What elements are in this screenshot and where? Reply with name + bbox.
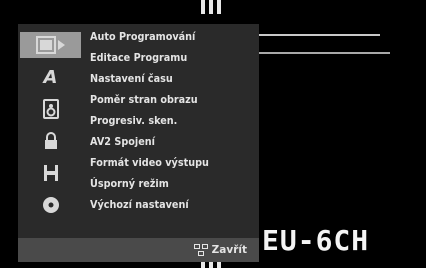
- menu-item-factory-reset[interactable]: Výchozí nastavení: [90, 196, 189, 214]
- menu-item-video-output-format[interactable]: Formát video výstupu: [90, 154, 209, 172]
- menu-item-time-setting[interactable]: Nastavení času: [90, 70, 173, 88]
- menu-item-power-save[interactable]: Úsporný režim: [90, 175, 169, 193]
- close-label: Zavřít: [211, 244, 247, 256]
- menu-footer: Zavřít: [18, 238, 259, 262]
- menu-item-auto-programming[interactable]: Auto Programování: [90, 28, 195, 46]
- menu-sidebar: A: [20, 26, 81, 236]
- lock-icon[interactable]: [20, 128, 81, 154]
- channel-display: EU-6CH: [262, 224, 370, 257]
- menu-item-aspect-ratio[interactable]: Poměr stran obrazu: [90, 91, 198, 109]
- audio-icon[interactable]: [20, 96, 81, 122]
- video-bars-top: [201, 0, 223, 14]
- language-icon-glyph: A: [43, 66, 58, 88]
- return-icon: [193, 244, 208, 256]
- close-button[interactable]: Zavřít: [193, 242, 247, 258]
- menu-item-progressive-scan[interactable]: Progresiv. sken.: [90, 112, 177, 130]
- menu-item-edit-program[interactable]: Editace Programu: [90, 49, 187, 67]
- language-icon[interactable]: A: [20, 64, 81, 90]
- recording-icon[interactable]: [20, 160, 81, 186]
- setup-menu: A Auto Programování Editace Programu Nas…: [18, 24, 259, 262]
- menu-item-av2-connection[interactable]: AV2 Spojení: [90, 133, 155, 151]
- tv-screen: EU-6CH A Auto Programování Editace Progr…: [0, 0, 426, 268]
- disc-icon[interactable]: [20, 192, 81, 218]
- settings-icon[interactable]: [20, 32, 81, 58]
